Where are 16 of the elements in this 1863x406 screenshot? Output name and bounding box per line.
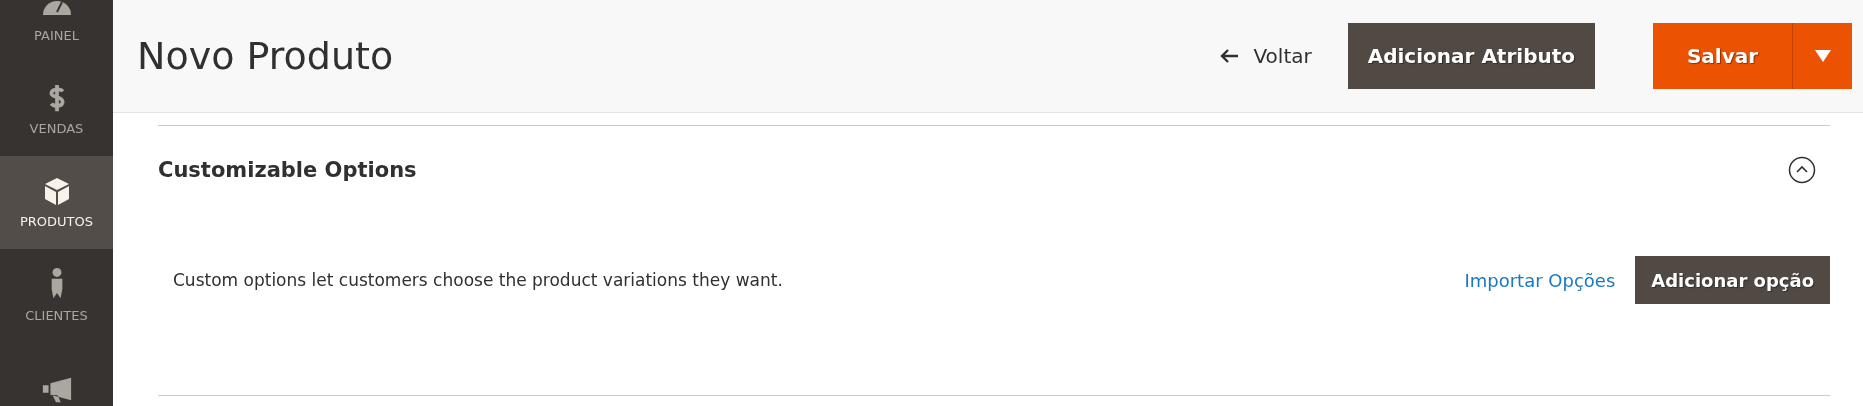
sidebar-item[interactable]: PAINEL bbox=[0, 0, 113, 63]
import-options-link[interactable]: Importar Opções bbox=[1464, 269, 1616, 291]
add-option-button[interactable]: Adicionar opção bbox=[1635, 256, 1830, 304]
caret-icon bbox=[1814, 50, 1831, 62]
sidebar-item[interactable]: VENDAS bbox=[0, 63, 113, 156]
save-menu-button[interactable] bbox=[1793, 23, 1852, 89]
section-title: Customizable Options bbox=[158, 158, 417, 182]
sidebar-item[interactable]: PRODUTOS bbox=[0, 156, 113, 249]
collapse-icon[interactable] bbox=[1788, 156, 1816, 184]
add-attribute-button[interactable]: Adicionar Atributo bbox=[1347, 23, 1595, 89]
back-link[interactable]: Voltar bbox=[1219, 44, 1312, 68]
page-title: Novo Produto bbox=[137, 34, 394, 78]
sidebar-item[interactable]: CLIENTES bbox=[0, 249, 113, 342]
save-button[interactable]: Salvar bbox=[1653, 23, 1793, 89]
arrow-left-icon bbox=[1219, 48, 1240, 64]
section-description: Custom options let customers choose the product variations they want. bbox=[173, 270, 784, 290]
